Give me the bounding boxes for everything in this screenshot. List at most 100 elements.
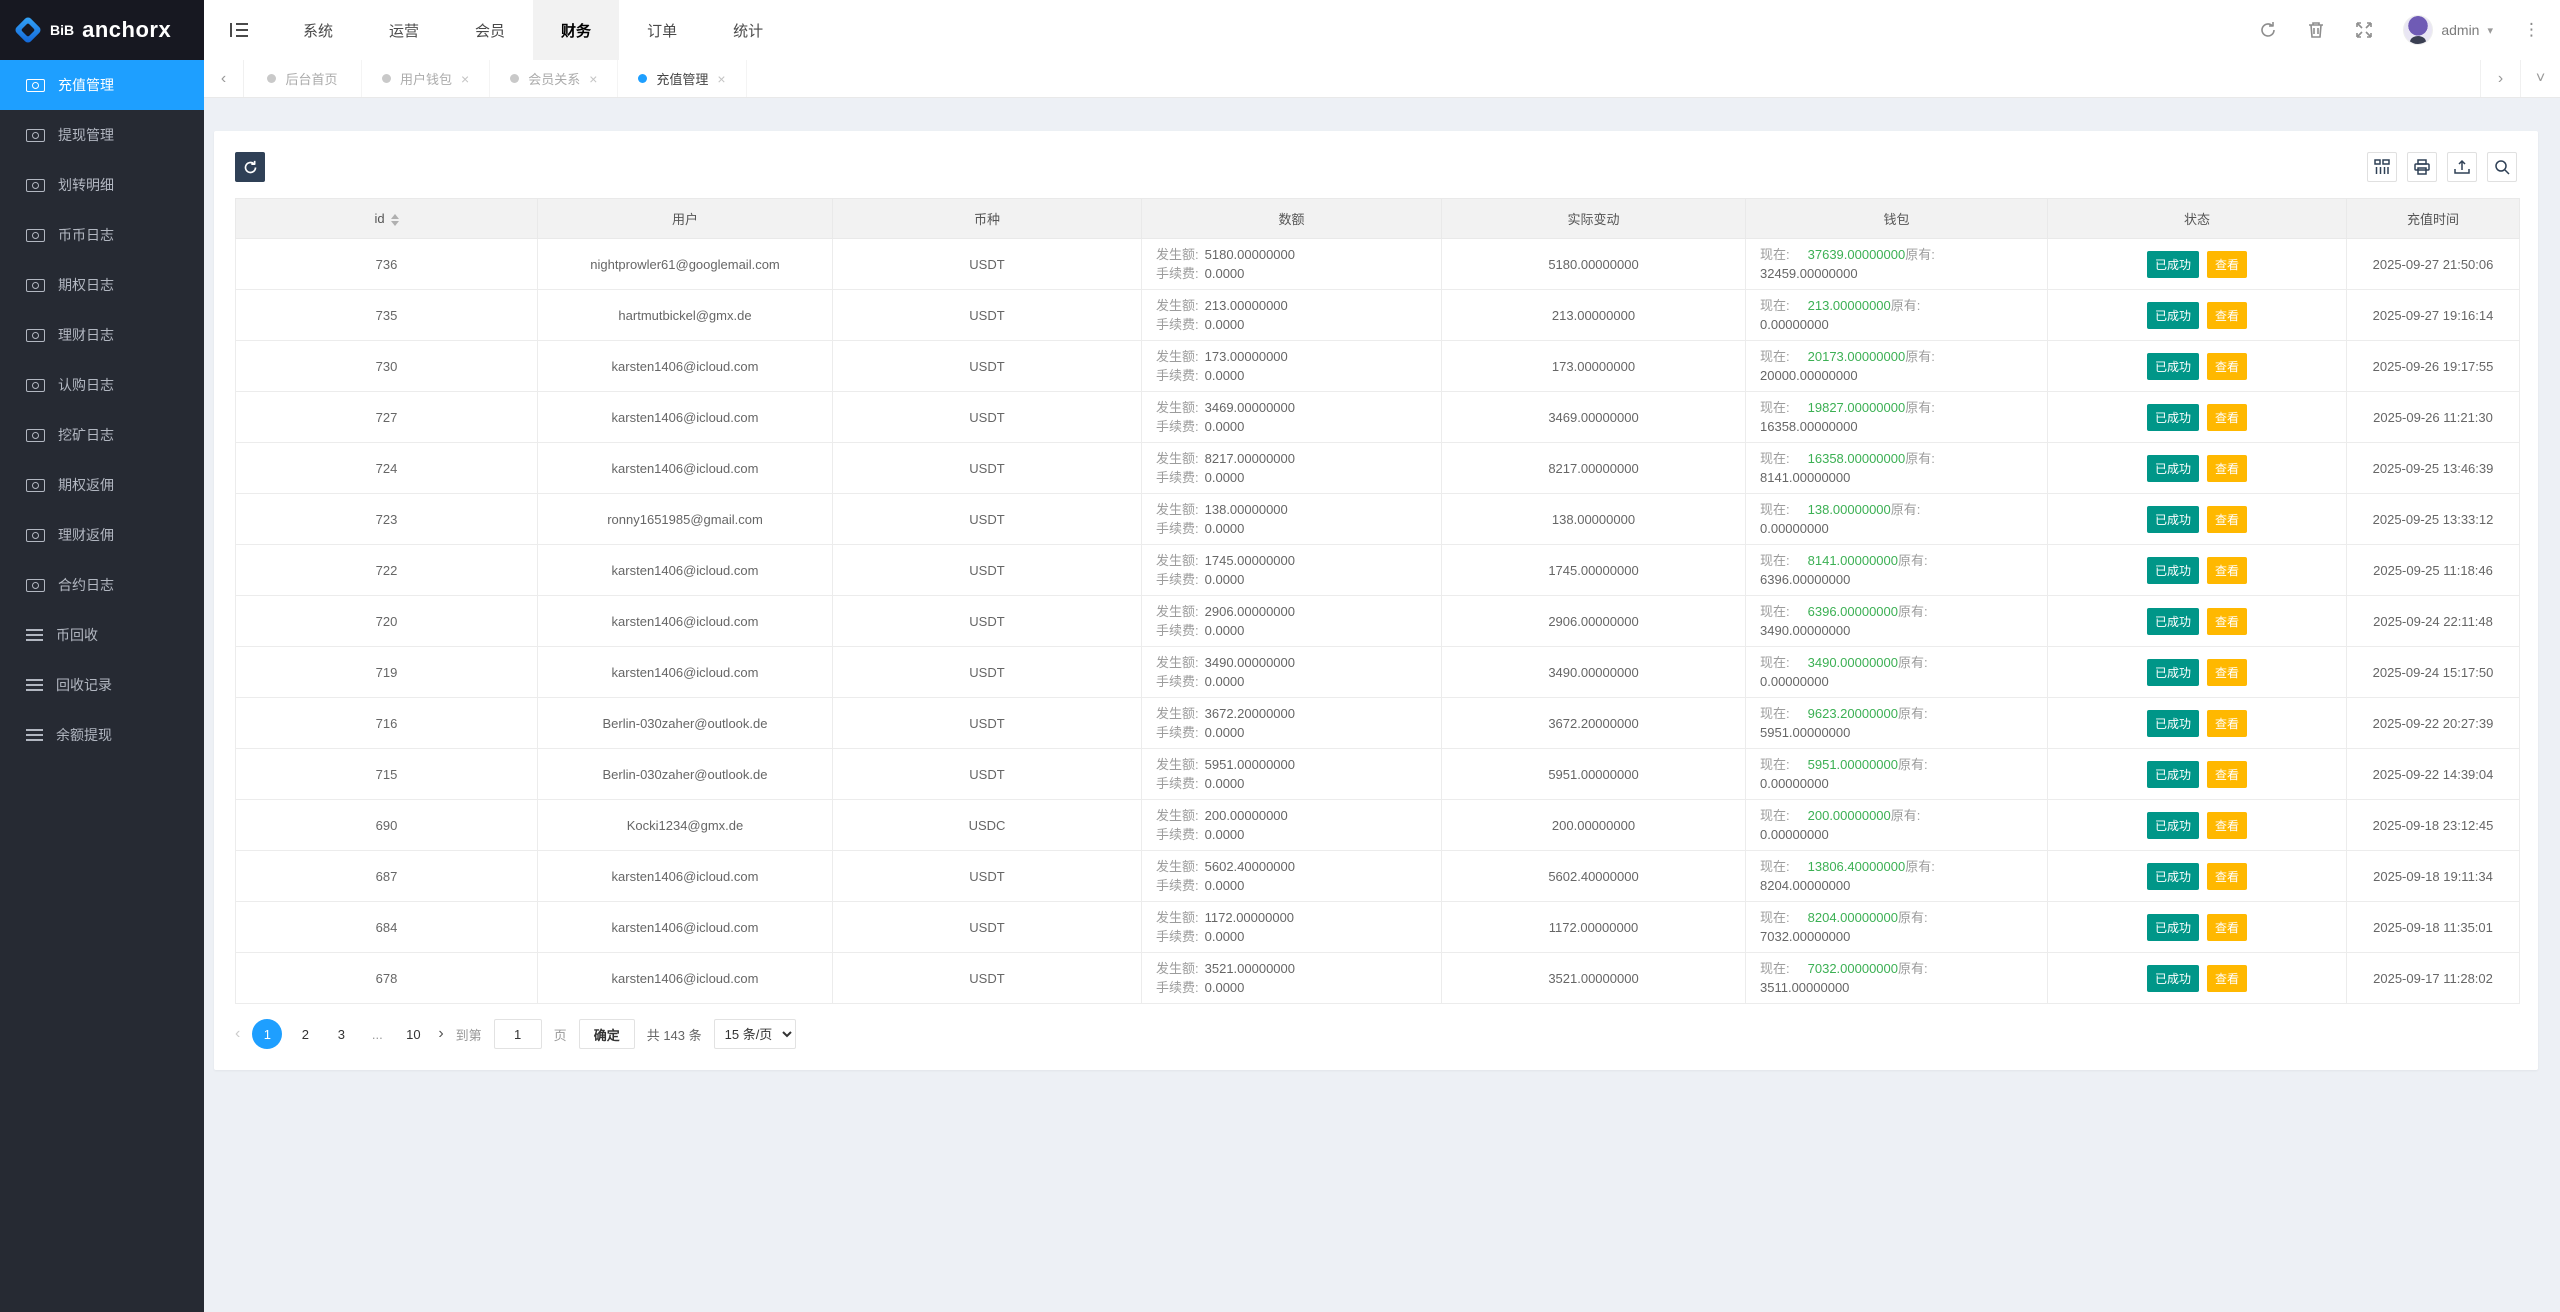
view-button[interactable]: 查看 (2207, 302, 2247, 329)
search-icon[interactable] (2487, 152, 2517, 182)
user-cell: Berlin-030zaher@outlook.de (538, 749, 833, 800)
table-row: 735 hartmutbickel@gmx.de USDT 发生额:213.00… (236, 290, 2520, 341)
sidebar-item[interactable]: 币回收 (0, 610, 204, 660)
sidebar-item[interactable]: 期权日志 (0, 260, 204, 310)
column-header[interactable]: 实际变动 (1442, 199, 1746, 239)
column-header[interactable]: 充值时间 (2347, 199, 2520, 239)
view-button[interactable]: 查看 (2207, 659, 2247, 686)
column-header[interactable]: 状态 (2048, 199, 2347, 239)
tab[interactable]: 充值管理 × (618, 60, 746, 97)
tab[interactable]: 用户钱包 × (362, 60, 490, 97)
sidebar-item[interactable]: 认购日志 (0, 360, 204, 410)
view-button[interactable]: 查看 (2207, 353, 2247, 380)
view-button[interactable]: 查看 (2207, 863, 2247, 890)
tab[interactable]: 后台首页 × (244, 60, 362, 97)
column-header[interactable]: 数额 (1142, 199, 1442, 239)
pagination: ‹ 1 2 3 ... 10 › 到第 页 确定 共 143 条 (235, 1019, 2517, 1049)
amount-cell: 发生额:213.00000000 手续费:0.0000 (1142, 290, 1442, 341)
tab-close-icon[interactable]: × (461, 71, 469, 87)
amount-cell: 发生额:3469.00000000 手续费:0.0000 (1142, 392, 1442, 443)
table-row: 719 karsten1406@icloud.com USDT 发生额:3490… (236, 647, 2520, 698)
column-header[interactable]: 用户 (538, 199, 833, 239)
user-cell: karsten1406@icloud.com (538, 902, 833, 953)
view-button[interactable]: 查看 (2207, 914, 2247, 941)
sidebar-item[interactable]: 充值管理 (0, 60, 204, 110)
page-button[interactable]: 3 (328, 1019, 354, 1049)
tab-close-icon[interactable]: × (589, 71, 597, 87)
sidebar-item[interactable]: 币币日志 (0, 210, 204, 260)
sidebar-item[interactable]: 理财日志 (0, 310, 204, 360)
trash-icon[interactable] (2307, 21, 2325, 39)
time-cell: 2025-09-22 20:27:39 (2347, 698, 2520, 749)
status-badge: 已成功 (2147, 659, 2199, 686)
coin-cell: USDT (833, 494, 1142, 545)
sort-icon[interactable] (391, 214, 399, 226)
print-icon[interactable] (2407, 152, 2437, 182)
export-icon[interactable] (2447, 152, 2477, 182)
page-button: ... (364, 1019, 390, 1049)
refresh-icon[interactable] (2259, 21, 2277, 39)
total-count-label: 共 143 条 (647, 1025, 702, 1044)
table-row: 730 karsten1406@icloud.com USDT 发生额:173.… (236, 341, 2520, 392)
avatar[interactable] (2403, 15, 2433, 45)
table-refresh-button[interactable] (235, 152, 265, 182)
view-button[interactable]: 查看 (2207, 812, 2247, 839)
more-menu-icon[interactable]: ⋮ (2523, 20, 2540, 40)
view-button[interactable]: 查看 (2207, 965, 2247, 992)
sidebar-item[interactable]: 余额提现 (0, 710, 204, 760)
user-cell: karsten1406@icloud.com (538, 443, 833, 494)
sidebar-item[interactable]: 期权返佣 (0, 460, 204, 510)
sidebar-item[interactable]: 合约日志 (0, 560, 204, 610)
column-header[interactable]: 币种 (833, 199, 1142, 239)
columns-filter-icon[interactable] (2367, 152, 2397, 182)
tabs-scroll-right-icon[interactable]: › (2480, 60, 2520, 97)
top-nav-item[interactable]: 运营 (361, 0, 447, 60)
page-button[interactable]: 10 (400, 1019, 426, 1049)
sidebar-item[interactable]: 回收记录 (0, 660, 204, 710)
fullscreen-icon[interactable] (2355, 21, 2373, 39)
view-button[interactable]: 查看 (2207, 761, 2247, 788)
view-button[interactable]: 查看 (2207, 404, 2247, 431)
user-cell: ronny1651985@gmail.com (538, 494, 833, 545)
status-cell: 已成功查看 (2048, 647, 2347, 698)
sidebar-item[interactable]: 理财返佣 (0, 510, 204, 560)
page-button[interactable]: 1 (252, 1019, 282, 1049)
tab-dot-icon (510, 74, 519, 83)
amount-cell: 发生额:3521.00000000 手续费:0.0000 (1142, 953, 1442, 1004)
status-badge: 已成功 (2147, 710, 2199, 737)
view-button[interactable]: 查看 (2207, 455, 2247, 482)
column-header[interactable]: id (236, 199, 538, 239)
top-nav-item[interactable]: 会员 (447, 0, 533, 60)
view-button[interactable]: 查看 (2207, 251, 2247, 278)
top-nav-item[interactable]: 订单 (619, 0, 705, 60)
view-button[interactable]: 查看 (2207, 608, 2247, 635)
tab-close-icon[interactable]: × (717, 71, 725, 87)
status-cell: 已成功查看 (2048, 443, 2347, 494)
prev-page-icon[interactable]: ‹ (235, 1025, 240, 1043)
confirm-button[interactable]: 确定 (579, 1019, 635, 1049)
sidebar-item[interactable]: 提现管理 (0, 110, 204, 160)
sidebar-item[interactable]: 划转明细 (0, 160, 204, 210)
jump-page-input[interactable] (494, 1019, 542, 1049)
coin-cell: USDT (833, 545, 1142, 596)
page-button[interactable]: 2 (292, 1019, 318, 1049)
top-nav-item[interactable]: 系统 (275, 0, 361, 60)
next-page-icon[interactable]: › (438, 1025, 443, 1043)
column-header[interactable]: 钱包 (1746, 199, 2048, 239)
amount-cell: 发生额:200.00000000 手续费:0.0000 (1142, 800, 1442, 851)
collapse-sidebar-icon[interactable] (204, 0, 275, 60)
tabs-scroll-left-icon[interactable]: ‹ (204, 60, 244, 97)
tabs-more-icon[interactable]: ˅ (2520, 60, 2560, 97)
view-button[interactable]: 查看 (2207, 557, 2247, 584)
view-button[interactable]: 查看 (2207, 506, 2247, 533)
status-badge: 已成功 (2147, 557, 2199, 584)
page-size-select[interactable]: 15 条/页 (714, 1019, 796, 1049)
tab[interactable]: 会员关系 × (490, 60, 618, 97)
sidebar-item-label: 理财返佣 (58, 525, 114, 545)
time-cell: 2025-09-17 11:28:02 (2347, 953, 2520, 1004)
sidebar-item[interactable]: 挖矿日志 (0, 410, 204, 460)
view-button[interactable]: 查看 (2207, 710, 2247, 737)
user-menu[interactable]: admin ▾ (2403, 15, 2493, 45)
top-nav-item[interactable]: 财务 (533, 0, 619, 60)
top-nav-item[interactable]: 统计 (705, 0, 791, 60)
